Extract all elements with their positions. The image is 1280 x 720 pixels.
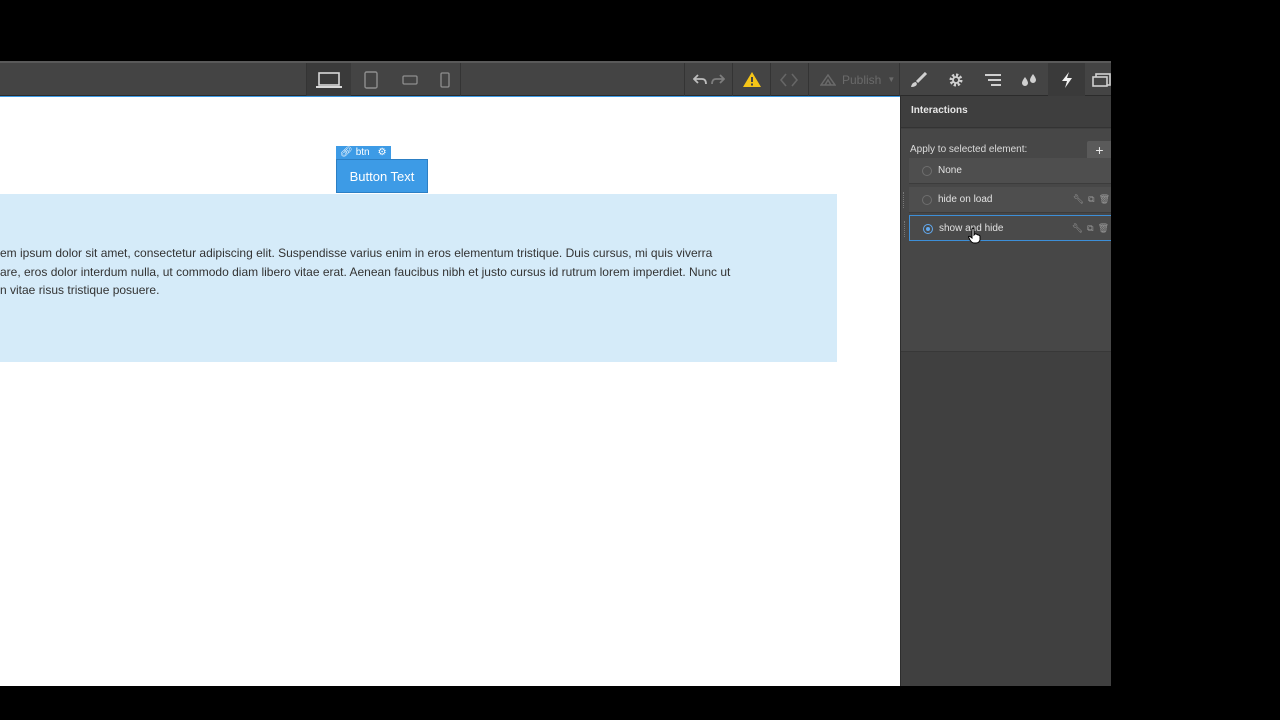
code-export-button[interactable] bbox=[772, 63, 806, 96]
top-toolbar: Publish ▼ bbox=[0, 61, 1111, 96]
wrench-icon[interactable]: 🔧︎ bbox=[1072, 223, 1083, 234]
element-settings-gear-icon[interactable]: ⚙︎ bbox=[378, 146, 387, 160]
publish-button[interactable]: Publish ▼ bbox=[812, 63, 898, 96]
content-section[interactable]: em ipsum dolor sit amet, consectetur adi… bbox=[0, 194, 837, 362]
duplicate-icon[interactable]: ⧉ bbox=[1088, 194, 1094, 205]
brush-icon bbox=[910, 71, 927, 87]
element-class-name: btn bbox=[355, 147, 370, 158]
desktop-view-button[interactable] bbox=[307, 63, 351, 96]
radio-button[interactable] bbox=[922, 166, 932, 176]
radio-button[interactable] bbox=[922, 195, 932, 205]
code-icon bbox=[780, 72, 798, 87]
undo-button[interactable] bbox=[690, 63, 710, 96]
apply-label: Apply to selected element: bbox=[910, 144, 1028, 155]
tablet-view-button[interactable] bbox=[351, 63, 391, 96]
mobile-portrait-view-button[interactable] bbox=[429, 63, 461, 96]
toolbar-separator bbox=[684, 63, 685, 96]
toolbar-separator bbox=[732, 63, 733, 96]
trash-icon[interactable]: 🗑︎ bbox=[1099, 194, 1110, 205]
warning-icon bbox=[742, 72, 761, 87]
interaction-label: hide on load bbox=[938, 194, 993, 205]
drag-handle-icon[interactable] bbox=[903, 192, 905, 208]
desktop-icon bbox=[316, 71, 342, 88]
paragraph-element[interactable]: em ipsum dolor sit amet, consectetur adi… bbox=[0, 244, 800, 300]
interaction-tools: 🔧︎ ⧉ 🗑︎ bbox=[1073, 194, 1110, 205]
hand-cursor-icon bbox=[967, 228, 981, 249]
panel-title: Interactions bbox=[911, 105, 968, 116]
lightning-icon bbox=[1061, 71, 1072, 88]
selected-element-label[interactable]: 🔗︎ btn ⚙︎ bbox=[336, 146, 391, 160]
assets-icon bbox=[1092, 72, 1111, 87]
link-icon: 🔗︎ bbox=[340, 147, 353, 158]
tablet-icon bbox=[364, 70, 378, 89]
toolbar-separator bbox=[808, 63, 809, 96]
toolbar-separator bbox=[770, 63, 771, 96]
publish-logo-icon bbox=[820, 73, 836, 86]
chevron-down-icon: ▼ bbox=[887, 75, 896, 84]
panel-header: Interactions bbox=[901, 96, 1111, 128]
drops-icon bbox=[1021, 73, 1036, 86]
radio-button-selected[interactable] bbox=[923, 224, 933, 234]
button-element[interactable]: Button Text bbox=[336, 159, 428, 193]
mobile-portrait-icon bbox=[440, 71, 450, 88]
duplicate-icon[interactable]: ⧉ bbox=[1087, 223, 1093, 234]
tab-assets[interactable] bbox=[1085, 63, 1111, 96]
trash-icon[interactable]: 🗑︎ bbox=[1098, 223, 1109, 234]
tab-settings[interactable] bbox=[937, 63, 974, 96]
interaction-item-hide-on-load[interactable]: hide on load 🔧︎ ⧉ 🗑︎ bbox=[903, 187, 1111, 213]
navigator-icon bbox=[984, 73, 1001, 86]
wrench-icon[interactable]: 🔧︎ bbox=[1073, 194, 1084, 205]
interactions-panel: Interactions Apply to selected element: … bbox=[900, 96, 1111, 686]
webflow-designer: Publish ▼ 🔗︎ btn ⚙︎ Button Text em ipsum… bbox=[0, 61, 1111, 686]
interaction-label: None bbox=[938, 165, 962, 176]
mobile-landscape-view-button[interactable] bbox=[391, 63, 429, 96]
interaction-item-none[interactable]: None bbox=[909, 158, 1111, 184]
gear-icon bbox=[949, 73, 962, 86]
redo-button[interactable] bbox=[709, 63, 727, 96]
interactions-list-area: Apply to selected element: + None hide o… bbox=[901, 129, 1111, 352]
warning-button[interactable] bbox=[735, 63, 768, 96]
tab-swatches[interactable] bbox=[1011, 63, 1048, 96]
interaction-item-show-and-hide[interactable]: show and hide 🔧︎ ⧉ 🗑︎ bbox=[904, 215, 1111, 241]
mobile-landscape-icon bbox=[402, 74, 418, 85]
tab-interactions[interactable] bbox=[1048, 63, 1085, 96]
publish-label: Publish bbox=[842, 72, 882, 87]
drag-handle-icon[interactable] bbox=[904, 221, 906, 237]
tab-style[interactable] bbox=[900, 63, 937, 96]
interaction-tools: 🔧︎ ⧉ 🗑︎ bbox=[1072, 223, 1109, 234]
tab-navigator[interactable] bbox=[974, 63, 1011, 96]
design-canvas[interactable]: 🔗︎ btn ⚙︎ Button Text em ipsum dolor sit… bbox=[0, 96, 900, 686]
redo-icon bbox=[711, 73, 725, 84]
device-switcher bbox=[306, 63, 461, 96]
undo-icon bbox=[693, 73, 707, 84]
